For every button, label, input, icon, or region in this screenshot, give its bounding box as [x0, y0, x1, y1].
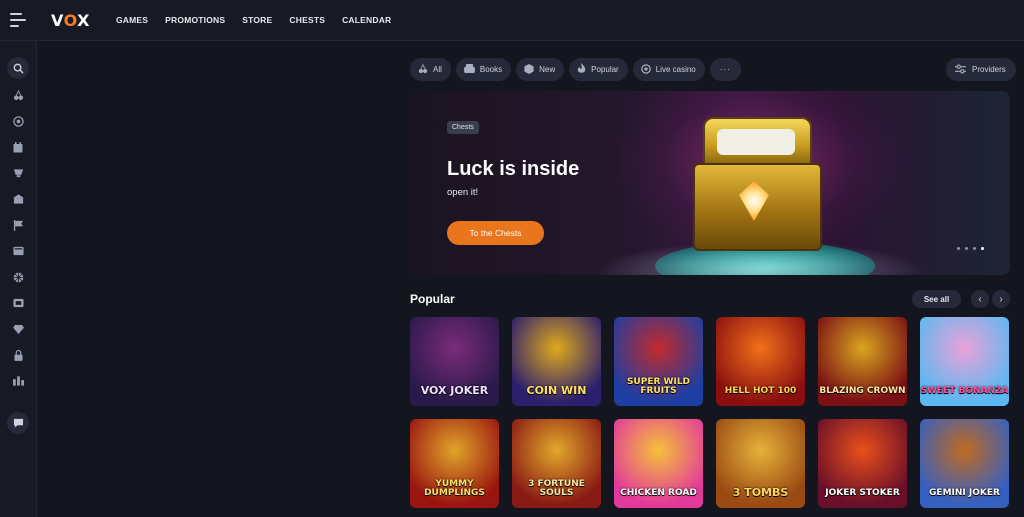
filter-label: Live casino: [655, 65, 696, 74]
game-title: SUPER WILD FRUITS: [626, 377, 691, 396]
logo[interactable]: VOX: [51, 11, 90, 30]
game-tile[interactable]: 3 TOMBS: [716, 419, 805, 508]
game-title: GEMINI JOKER: [929, 488, 1000, 498]
roulette-icon[interactable]: [8, 112, 28, 130]
wheel-icon[interactable]: [8, 268, 28, 286]
cherries-icon[interactable]: [8, 86, 28, 104]
carousel-dots: [957, 247, 984, 250]
cube-icon: [524, 63, 534, 76]
game-tile[interactable]: VOX JOKER: [410, 317, 499, 406]
carousel-dot-active[interactable]: [981, 247, 984, 250]
main-nav: GAMES PROMOTIONS STORE CHESTS CALENDAR: [116, 15, 408, 25]
category-filters: All Books New Popular Live casino ···: [410, 58, 741, 81]
game-tile[interactable]: COIN WIN: [512, 317, 601, 406]
prev-arrow-button[interactable]: ‹: [971, 290, 989, 308]
next-arrow-button[interactable]: ›: [992, 290, 1010, 308]
promo-banner[interactable]: Chests Luck is inside open it! To the Ch…: [410, 91, 1010, 275]
filter-label: Popular: [591, 65, 619, 74]
tournament-icon[interactable]: [8, 294, 28, 312]
flag-icon[interactable]: [8, 216, 28, 234]
nav-store[interactable]: STORE: [242, 15, 272, 25]
game-tile[interactable]: BLAZING CROWN: [818, 317, 907, 406]
game-tile[interactable]: SWEET BONANZA: [920, 317, 1009, 406]
game-title: 3 FORTUNE SOULS: [528, 479, 585, 498]
nav-calendar[interactable]: CALENDAR: [342, 15, 391, 25]
game-title: HELL HOT 100: [724, 386, 797, 396]
filter-all[interactable]: All: [410, 58, 451, 81]
search-icon[interactable]: [7, 57, 29, 79]
banner-subtitle: open it!: [447, 187, 479, 198]
game-tile[interactable]: 3 FORTUNE SOULS: [512, 419, 601, 508]
chat-icon[interactable]: [7, 412, 29, 434]
stats-icon[interactable]: [8, 372, 28, 390]
game-tile[interactable]: HELL HOT 100: [716, 317, 805, 406]
filter-new[interactable]: New: [516, 58, 565, 81]
books-icon: [463, 64, 475, 75]
filter-label: All: [433, 65, 442, 74]
live-casino-icon: [640, 63, 651, 76]
carousel-dot[interactable]: [957, 247, 960, 250]
sidebar: [0, 41, 37, 517]
game-tile[interactable]: YUMMY DUMPLINGS: [410, 419, 499, 508]
game-title: COIN WIN: [526, 384, 587, 397]
sliders-icon: [955, 64, 966, 76]
trophy-icon[interactable]: [8, 164, 28, 182]
providers-button[interactable]: Providers: [946, 58, 1016, 81]
nav-games[interactable]: GAMES: [116, 15, 148, 25]
filter-popular[interactable]: Popular: [569, 58, 628, 81]
see-all-button[interactable]: See all: [912, 290, 961, 308]
game-title: BLAZING CROWN: [819, 386, 906, 396]
news-icon[interactable]: [8, 242, 28, 260]
filter-label: New: [539, 65, 556, 74]
carousel-dot[interactable]: [965, 247, 968, 250]
game-tile[interactable]: JOKER STOKER: [818, 419, 907, 508]
treasure-chest-image: [693, 117, 822, 251]
filter-live-casino[interactable]: Live casino: [632, 58, 705, 81]
fire-icon: [577, 63, 586, 76]
providers-label: Providers: [972, 65, 1006, 74]
filter-label: Books: [479, 65, 503, 74]
game-title: CHICKEN ROAD: [620, 488, 697, 498]
banner-title: Luck is inside: [447, 158, 580, 180]
cherries-icon: [418, 63, 428, 76]
store-icon[interactable]: [8, 190, 28, 208]
game-tile[interactable]: GEMINI JOKER: [920, 419, 1009, 508]
carousel-dot[interactable]: [973, 247, 976, 250]
calendar-icon[interactable]: [8, 138, 28, 156]
to-chests-button[interactable]: To the Chests: [447, 221, 544, 245]
game-title: VOX JOKER: [420, 384, 489, 397]
game-title: 3 TOMBS: [732, 486, 789, 499]
nav-chests[interactable]: CHESTS: [289, 15, 325, 25]
nav-promotions[interactable]: PROMOTIONS: [165, 15, 225, 25]
game-title: JOKER STOKER: [825, 488, 900, 498]
lock-icon[interactable]: [8, 346, 28, 364]
filter-books[interactable]: Books: [455, 58, 512, 81]
more-filters-button[interactable]: ···: [709, 58, 741, 81]
diamond-icon[interactable]: [8, 320, 28, 338]
menu-icon[interactable]: [10, 13, 26, 27]
game-title: YUMMY DUMPLINGS: [424, 479, 485, 498]
banner-tag: Chests: [447, 121, 479, 134]
top-bar: VOX GAMES PROMOTIONS STORE CHESTS CALEND…: [0, 0, 1024, 41]
game-tile[interactable]: SUPER WILD FRUITS: [614, 317, 703, 406]
section-title-popular: Popular: [410, 292, 455, 306]
game-tile[interactable]: CHICKEN ROAD: [614, 419, 703, 508]
game-title: SWEET BONANZA: [920, 386, 1009, 396]
